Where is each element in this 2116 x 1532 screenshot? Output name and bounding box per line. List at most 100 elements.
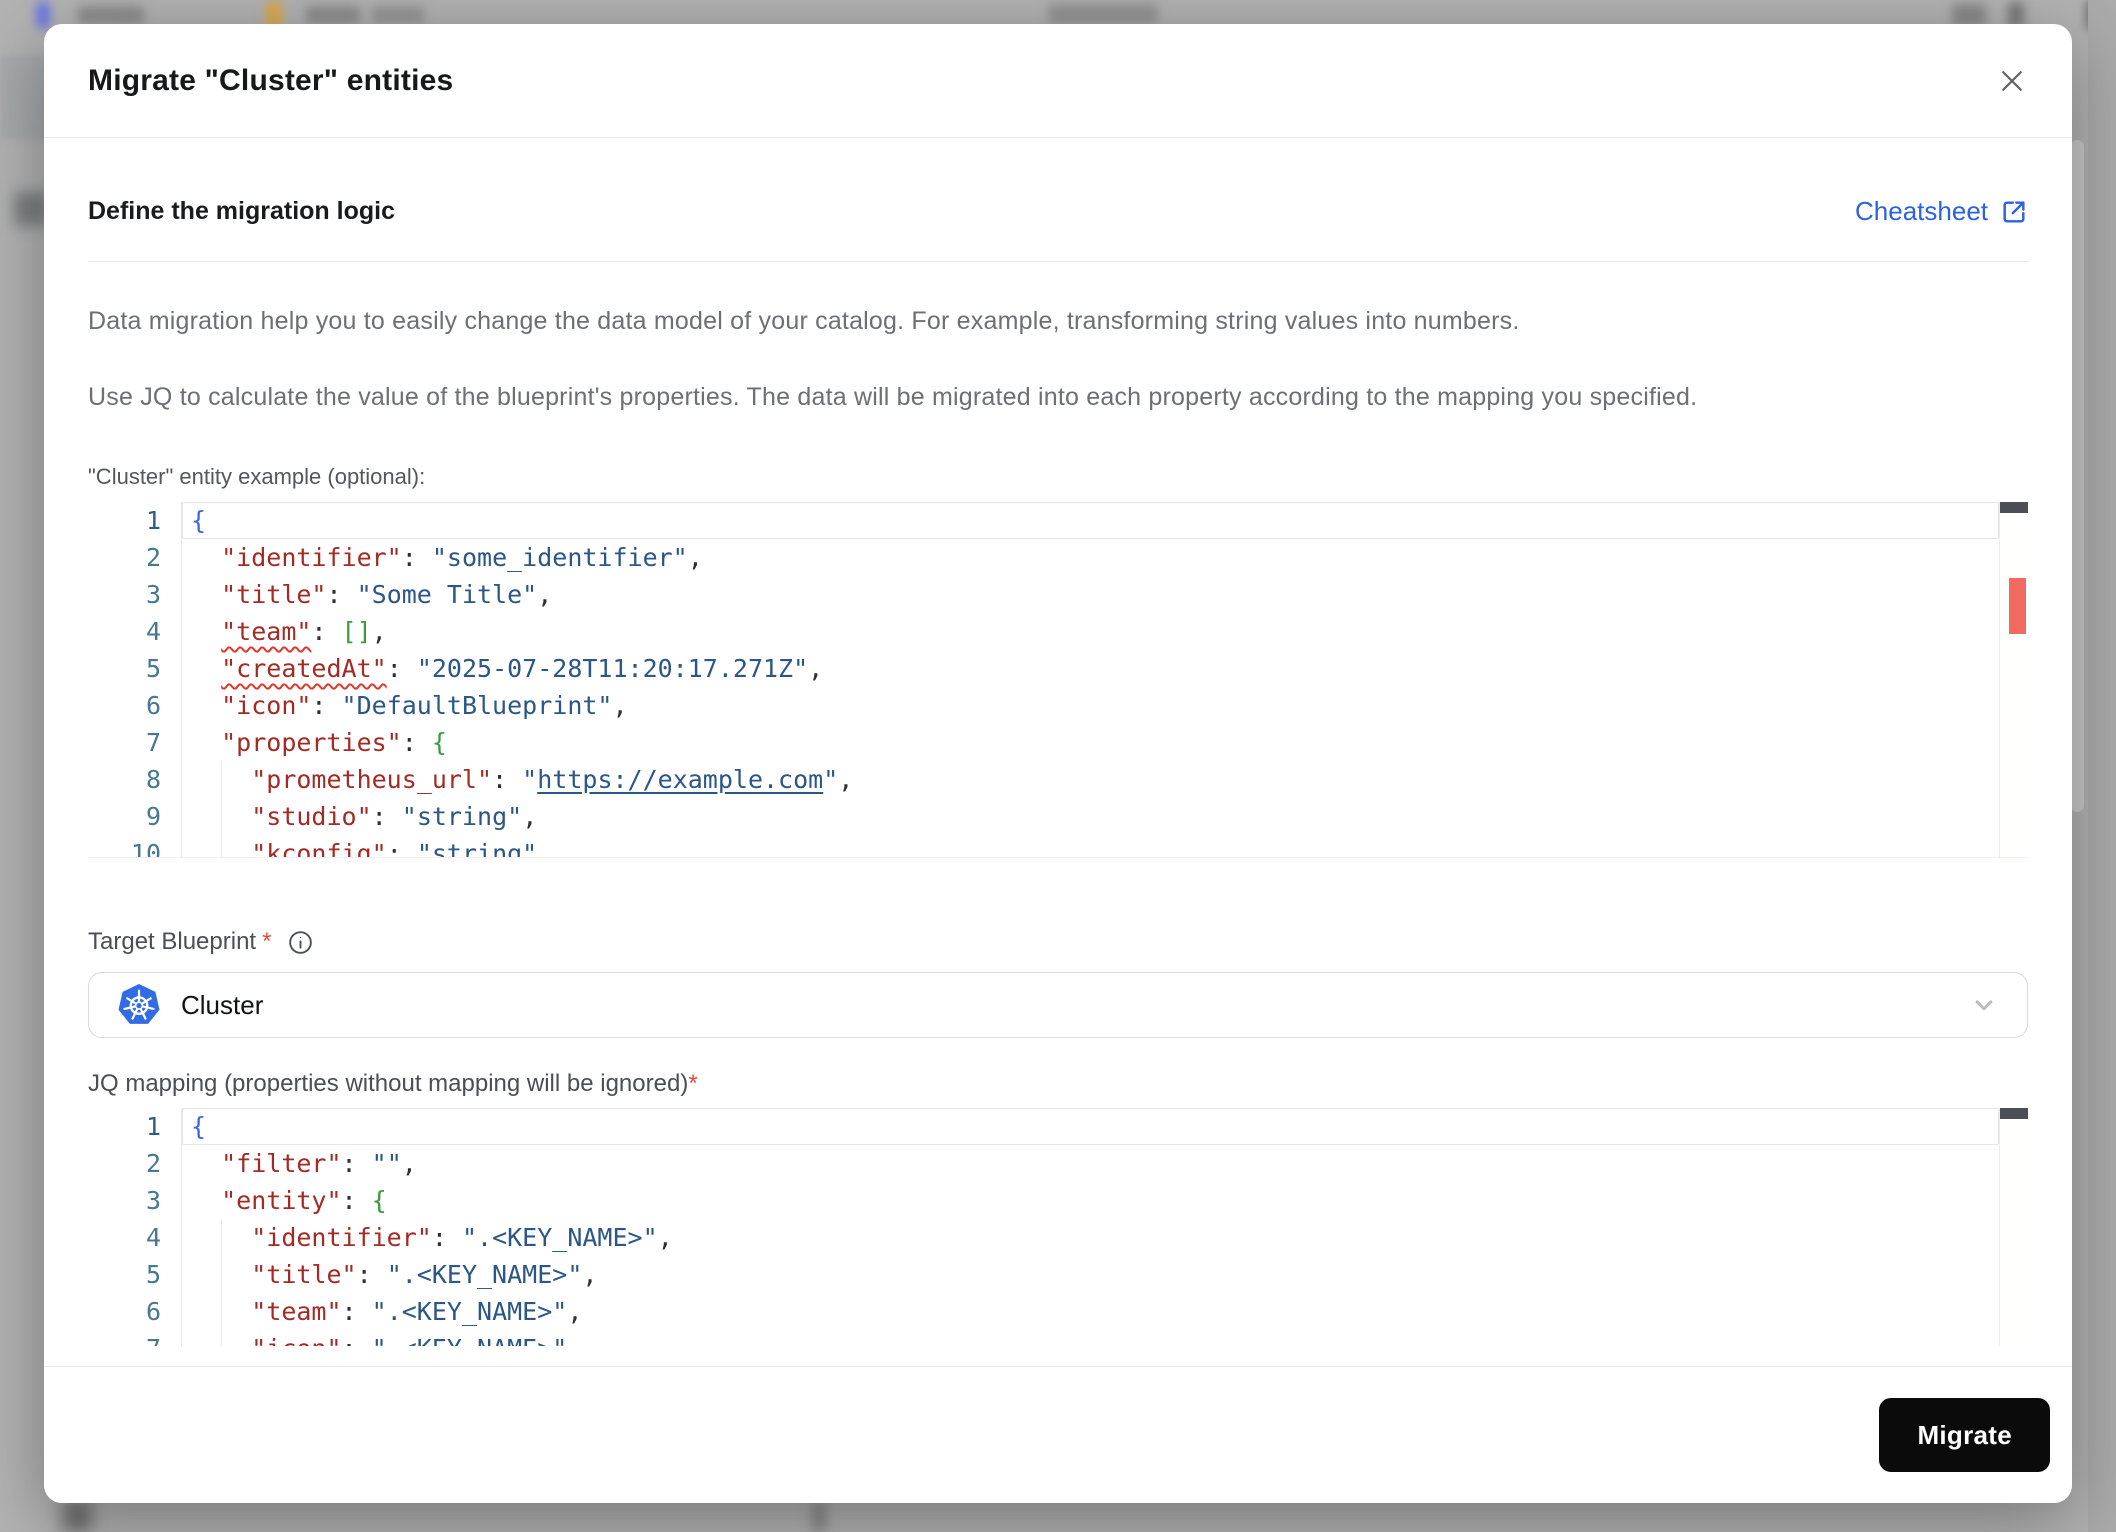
modal-title: Migrate "Cluster" entities	[88, 63, 454, 97]
code-token: :	[401, 728, 417, 757]
line-number: 5	[88, 1256, 182, 1293]
code-token: ,	[657, 1223, 673, 1252]
entity-example-code-editor[interactable]: 1{2 "identifier": "some_identifier", 3 "t…	[88, 502, 2028, 858]
line-number: 2	[88, 1145, 182, 1182]
code-token: :	[342, 1334, 357, 1346]
code-token: "string"	[416, 839, 538, 858]
code-line: 1{	[88, 1108, 1999, 1145]
page-scrollbar-thumb[interactable]	[2070, 140, 2084, 812]
code-token: "team"	[221, 617, 312, 646]
code-token: "createdAt"	[221, 654, 387, 683]
code-token: "icon"	[251, 1334, 341, 1346]
code-token: :	[311, 617, 327, 646]
jq-mapping-code-editor[interactable]: 1{2 "filter": "", 3 "entity": {4 "identif…	[88, 1108, 2028, 1346]
code-token: {	[191, 1112, 207, 1141]
section-header-row: Define the migration logic Cheatsheet	[88, 196, 2028, 262]
background-nav-text	[372, 6, 424, 24]
code-line: 7 "icon": ".<KEY_NAME>",	[88, 1330, 1999, 1346]
code-token: ,	[567, 1334, 582, 1346]
code-line: 3 "entity": {	[88, 1182, 1999, 1219]
line-number: 3	[88, 1182, 182, 1219]
code-token: ,	[401, 1149, 417, 1178]
code-line: 5 "createdAt": "2025-07-28T11:20:17.271Z…	[88, 650, 1999, 687]
code-token: "DefaultBlueprint"	[341, 691, 613, 720]
code-token: "identifier"	[221, 543, 402, 572]
code-token: ,	[687, 543, 703, 572]
required-asterisk: *	[262, 928, 272, 955]
entity-example-label: "Cluster" entity example (optional):	[88, 464, 426, 489]
code-token: "2025-07-28T11:20:17.271Z"	[416, 654, 809, 683]
code-token: ,	[838, 765, 854, 794]
code-token: :	[356, 1260, 372, 1289]
code-token: "filter"	[221, 1149, 342, 1178]
code-lines: 1{2 "identifier": "some_identifier", 3 "t…	[88, 502, 1999, 858]
chevron-down-icon	[1969, 990, 1999, 1020]
code-token: ".<KEY_NAME>"	[371, 1297, 568, 1326]
required-asterisk: *	[688, 1070, 698, 1097]
line-number: 10	[88, 835, 182, 857]
description-paragraph-1: Data migration help you to easily change…	[88, 307, 1520, 335]
code-token: ".<KEY_NAME>"	[461, 1223, 658, 1252]
indent-guide	[221, 1219, 222, 1256]
code-token: :	[326, 580, 342, 609]
code-token: ,	[522, 802, 538, 831]
jq-mapping-label: JQ mapping (properties without mapping w…	[88, 1070, 2028, 1098]
cheatsheet-link[interactable]: Cheatsheet	[1855, 196, 2028, 227]
code-line: 1{	[88, 502, 1999, 539]
background-search-bar	[1048, 4, 1158, 24]
code-token: "string"	[401, 802, 523, 831]
indent-guide	[221, 1330, 222, 1346]
background-icon	[14, 192, 48, 226]
code-line: 2 "filter": "",	[88, 1145, 1999, 1182]
jq-mapping-label-text: JQ mapping (properties without mapping w…	[88, 1070, 689, 1097]
editor-overview-ruler	[1999, 502, 2028, 857]
code-line: 5 "title": ".<KEY_NAME>",	[88, 1256, 1999, 1293]
code-token: "	[823, 765, 839, 794]
code-token: "entity"	[221, 1186, 342, 1215]
code-token: ,	[612, 691, 628, 720]
indent-guide	[221, 798, 222, 835]
section-heading: Define the migration logic	[88, 197, 395, 225]
code-token: "some_identifier"	[431, 543, 688, 572]
code-token: []	[341, 617, 372, 646]
close-button[interactable]	[1988, 57, 2036, 105]
editor-scrollbar-thumb[interactable]	[2000, 1108, 2028, 1119]
target-blueprint-label-text: Target Blueprint	[88, 928, 257, 955]
screen: Migrate "Cluster" entities Define the mi…	[0, 0, 2116, 1532]
code-token: "identifier"	[251, 1223, 432, 1252]
line-number: 1	[88, 502, 182, 539]
code-line: 6 "team": ".<KEY_NAME>",	[88, 1293, 1999, 1330]
code-token: :	[341, 1149, 357, 1178]
code-token: ,	[808, 654, 824, 683]
line-number: 1	[88, 1108, 182, 1145]
code-token: "prometheus_url"	[251, 765, 493, 794]
code-token: "title"	[221, 580, 327, 609]
info-icon[interactable]	[287, 929, 314, 956]
modal-body: Define the migration logic Cheatsheet Da…	[44, 138, 2072, 1366]
background-toolbar-item	[1952, 4, 1986, 26]
indent-guide	[221, 835, 222, 857]
code-token: :	[431, 1223, 447, 1252]
line-number: 7	[88, 724, 182, 761]
target-blueprint-label: Target Blueprint *	[88, 928, 2028, 956]
code-token: ,	[582, 1260, 598, 1289]
editor-scrollbar-thumb[interactable]	[2000, 502, 2028, 513]
code-token: :	[386, 654, 402, 683]
target-blueprint-select[interactable]: Cluster	[88, 972, 2028, 1038]
migrate-button[interactable]: Migrate	[1879, 1398, 2050, 1472]
code-line: 7 "properties": {	[88, 724, 1999, 761]
code-token: "studio"	[251, 802, 372, 831]
code-token: :	[341, 1297, 357, 1326]
code-line: 3 "title": "Some Title",	[88, 576, 1999, 613]
code-line: 9 "studio": "string",	[88, 798, 1999, 835]
modal-footer: Migrate	[44, 1366, 2072, 1503]
